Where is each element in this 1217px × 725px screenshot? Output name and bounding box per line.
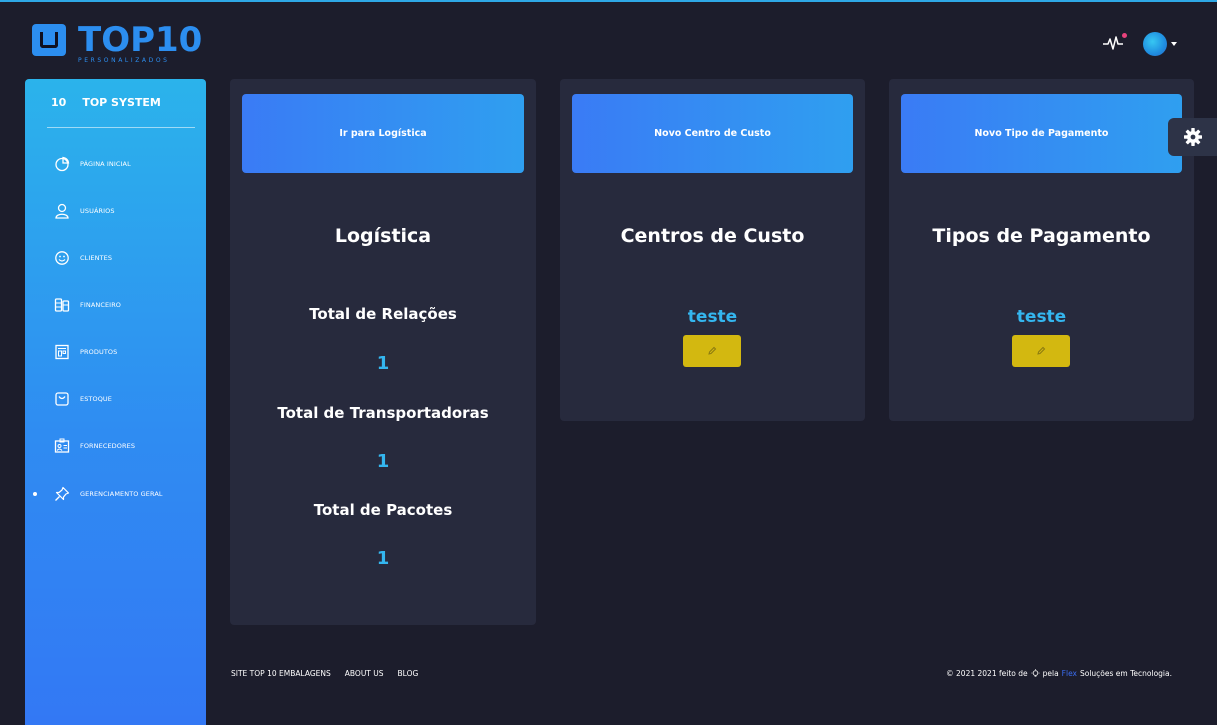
- notification-dot: [1122, 33, 1127, 38]
- id-card-icon: [53, 437, 71, 455]
- edit-button[interactable]: [1012, 335, 1070, 367]
- user-avatar-icon: [1143, 32, 1167, 56]
- sidebar-item-estoque[interactable]: ESTOQUE: [25, 388, 206, 410]
- bag-logo-icon: [32, 24, 66, 56]
- sidebar-item-label: CLIENTES: [80, 254, 113, 262]
- sidebar-item-label: FINANCEIRO: [80, 301, 122, 309]
- tipos-de-pagamento-title: Tipos de Pagamento: [932, 225, 1151, 247]
- gear-icon: [1183, 128, 1202, 146]
- footer-link-about[interactable]: ABOUT US: [345, 669, 384, 678]
- tipos-de-pagamento-card: Novo Tipo de Pagamento Tipos de Pagament…: [889, 79, 1194, 421]
- navbar: TOP10 PERSONALIZADOS: [0, 2, 1217, 74]
- copyright-suffix: Soluções em Tecnologia.: [1080, 669, 1172, 678]
- centros-de-custo-card: Novo Centro de Custo Centros de Custo te…: [560, 79, 865, 421]
- company-link[interactable]: Flex: [1062, 669, 1077, 678]
- stat-value: 1: [376, 451, 390, 472]
- footer-link-site[interactable]: SITE TOP 10 EMBALAGENS: [231, 669, 331, 678]
- logo[interactable]: TOP10 PERSONALIZADOS: [32, 20, 203, 64]
- sidebar-item-fornecedores[interactable]: FORNECEDORES: [25, 435, 206, 457]
- stat-value: 1: [376, 548, 390, 569]
- footer-link-blog[interactable]: BLOG: [398, 669, 419, 678]
- pencil-icon: [1037, 346, 1046, 355]
- payment-type-name: teste: [1016, 307, 1067, 327]
- sidebar-item-usuarios[interactable]: USUÁRIOS: [25, 200, 206, 222]
- sidebar-brand-short: 10: [51, 96, 67, 109]
- edit-button[interactable]: [683, 335, 741, 367]
- pencil-icon: [708, 346, 717, 355]
- sidebar-item-label: PÁGINA INICIAL: [80, 160, 131, 168]
- activity-pulse-icon[interactable]: [1103, 33, 1127, 53]
- stat-value: 1: [376, 353, 390, 374]
- smiley-icon: [53, 249, 71, 267]
- sidebar-item-label: FORNECEDORES: [80, 442, 136, 450]
- pin-icon: [53, 485, 71, 503]
- sidebar-item-produtos[interactable]: PRODUTOS: [25, 341, 206, 363]
- stat-label: Total de Relações: [309, 305, 457, 323]
- sidebar-item-label: ESTOQUE: [80, 395, 113, 403]
- lightbulb-icon: [1031, 669, 1040, 677]
- sidebar-item-label: PRODUTOS: [80, 348, 118, 356]
- stat-label: Total de Transportadoras: [277, 404, 489, 422]
- go-to-logistica-button[interactable]: Ir para Logística: [242, 94, 524, 173]
- bag-icon: [53, 390, 71, 408]
- copyright-prefix: © 2021 2021 feito de: [946, 669, 1028, 678]
- sidebar-brand-title: TOP SYSTEM: [82, 96, 161, 109]
- new-payment-type-button[interactable]: Novo Tipo de Pagamento: [901, 94, 1182, 173]
- stat-label: Total de Pacotes: [313, 501, 453, 519]
- sidebar-item-financeiro[interactable]: FINANCEIRO: [25, 294, 206, 316]
- logistica-title: Logística: [334, 225, 432, 247]
- logo-text: TOP10: [78, 20, 203, 60]
- new-cost-center-button[interactable]: Novo Centro de Custo: [572, 94, 853, 173]
- sidebar-divider: [47, 127, 195, 128]
- active-indicator: [33, 492, 37, 496]
- logistica-card: Ir para Logística Logística Total de Rel…: [230, 79, 536, 625]
- sidebar-item-gerenciamento-geral[interactable]: GERENCIAMENTO GERAL: [25, 483, 206, 505]
- coins-icon: [53, 296, 71, 314]
- sidebar: 10 TOP SYSTEM PÁGINA INICIAL USUÁRIOS CL…: [25, 79, 206, 725]
- sidebar-item-clientes[interactable]: CLIENTES: [25, 247, 206, 269]
- footer-links: SITE TOP 10 EMBALAGENS ABOUT US BLOG: [231, 669, 418, 678]
- chevron-down-icon: [1171, 42, 1177, 46]
- copyright-by: pela: [1042, 669, 1059, 678]
- sidebar-item-label: USUÁRIOS: [80, 207, 115, 215]
- sidebar-brand[interactable]: 10 TOP SYSTEM: [51, 96, 161, 109]
- user-menu[interactable]: [1143, 32, 1177, 56]
- footer-copyright: © 2021 2021 feito de pela Flex Soluções …: [946, 669, 1172, 678]
- settings-button[interactable]: [1168, 118, 1217, 156]
- centros-de-custo-title: Centros de Custo: [620, 225, 805, 247]
- sidebar-item-pagina-inicial[interactable]: PÁGINA INICIAL: [25, 153, 206, 175]
- cost-center-name: teste: [687, 307, 738, 327]
- logo-subtext: PERSONALIZADOS: [78, 57, 170, 64]
- sidebar-item-label: GERENCIAMENTO GERAL: [80, 490, 163, 498]
- pie-chart-icon: [53, 155, 71, 173]
- user-icon: [53, 202, 71, 220]
- box-icon: [53, 343, 71, 361]
